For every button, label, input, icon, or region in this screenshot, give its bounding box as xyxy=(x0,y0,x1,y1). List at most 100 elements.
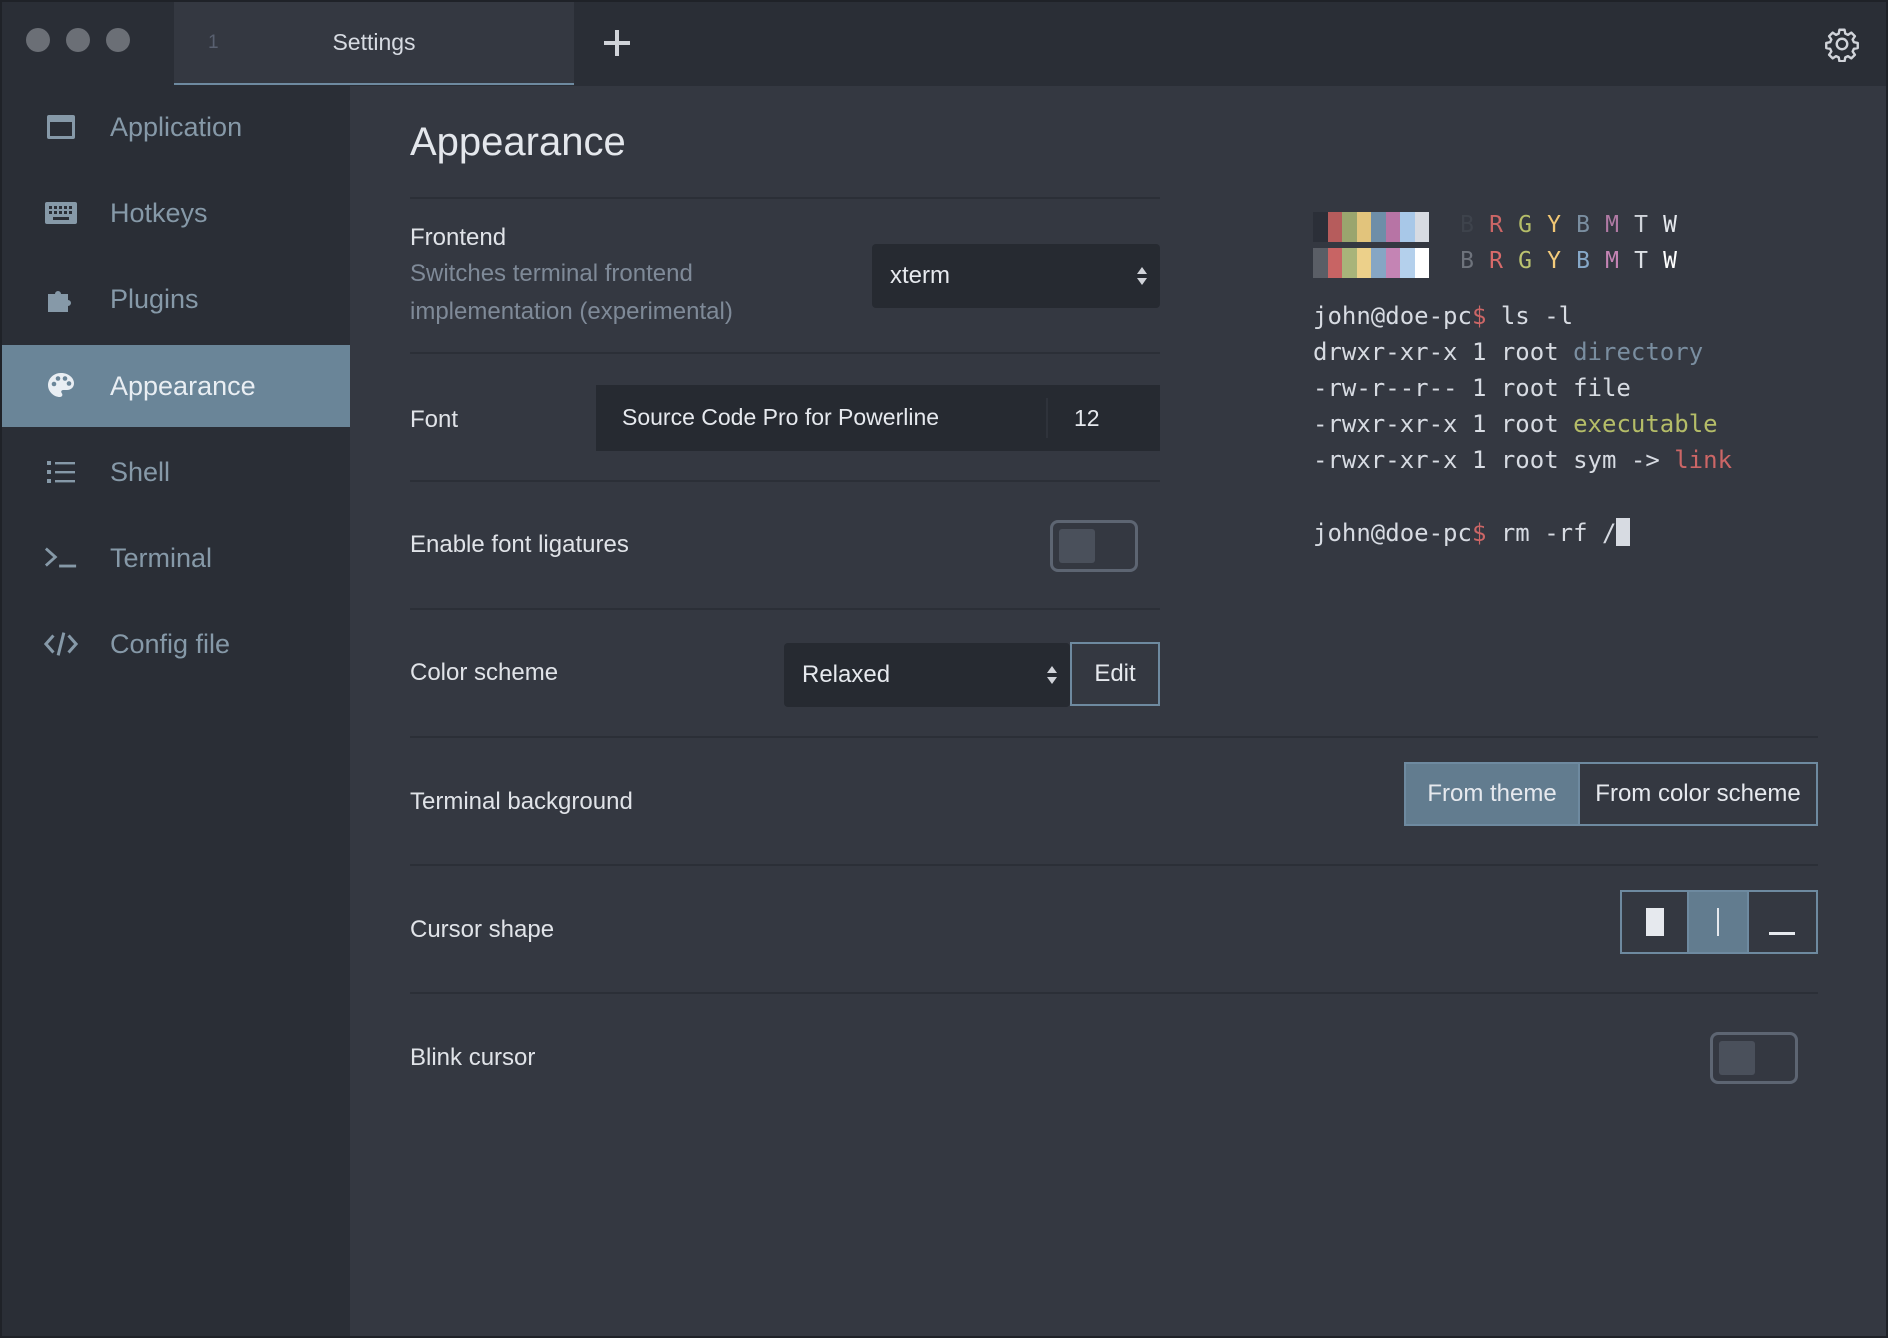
block-cursor-icon xyxy=(1645,908,1664,936)
cursor-underline-button[interactable] xyxy=(1746,892,1816,952)
settings-panel: Appearance Frontend Switches terminal fr… xyxy=(350,86,1886,1336)
color-swatch xyxy=(1385,248,1400,278)
palette-letter: M xyxy=(1605,212,1619,238)
palette-normal-swatches xyxy=(1313,212,1429,242)
ligatures-toggle[interactable] xyxy=(1050,520,1138,572)
divider xyxy=(410,608,1160,610)
terminal-text: -rwxr-xr-x 1 root sym -> xyxy=(1313,446,1675,474)
font-size-input[interactable]: 12 xyxy=(1046,398,1156,438)
page-title: Appearance xyxy=(410,120,626,164)
palette-letter: R xyxy=(1489,212,1503,238)
divider xyxy=(410,480,1160,482)
palette-bright-letters: BRGYBMTW xyxy=(1458,248,1679,274)
divider xyxy=(410,992,1818,994)
sidebar-item-appearance[interactable]: Appearance xyxy=(2,345,350,427)
tab-title: Settings xyxy=(332,29,416,55)
font-label: Font xyxy=(410,406,459,433)
sidebar-item-terminal[interactable]: Terminal xyxy=(2,517,350,599)
palette-letter: M xyxy=(1605,248,1619,274)
font-family-input[interactable]: Source Code Pro for Powerline xyxy=(622,404,939,431)
color-swatch xyxy=(1400,248,1415,278)
palette-icon xyxy=(44,369,78,403)
color-swatch xyxy=(1356,212,1371,242)
color-swatch xyxy=(1342,212,1357,242)
palette-letter: T xyxy=(1634,212,1648,238)
terminal-prompt: john@doe-pc xyxy=(1313,302,1472,330)
color-swatch xyxy=(1371,248,1386,278)
palette-letter: B xyxy=(1576,212,1590,238)
terminal-line: -rwxr-xr-x 1 root sym -> link xyxy=(1313,446,1732,474)
close-window-button[interactable] xyxy=(26,28,50,52)
terminal-background-segmented: From theme From color scheme xyxy=(1404,762,1818,826)
sidebar-item-plugins[interactable]: Plugins xyxy=(2,258,350,340)
maximize-window-button[interactable] xyxy=(106,28,130,52)
palette-letter: G xyxy=(1518,248,1532,274)
cursor-shape-segmented xyxy=(1620,890,1818,954)
palette-letter: R xyxy=(1489,248,1503,274)
palette-letter: W xyxy=(1663,212,1677,238)
terminal-command: rm -rf / xyxy=(1486,519,1617,547)
divider xyxy=(410,736,1818,738)
color-swatch xyxy=(1400,212,1415,242)
palette-letter: G xyxy=(1518,212,1532,238)
frontend-description-line1: Switches terminal frontend xyxy=(410,260,693,287)
sidebar-item-application[interactable]: Application xyxy=(2,86,350,168)
color-scheme-select-value: Relaxed xyxy=(802,661,891,688)
palette-letter: Y xyxy=(1547,212,1561,238)
app-window: 1 Settings Application Hotkeys Plugins A… xyxy=(0,0,1888,1338)
cursor-beam-button[interactable] xyxy=(1687,892,1747,952)
terminal-prompt: john@doe-pc xyxy=(1313,519,1472,547)
palette-letter: B xyxy=(1576,248,1590,274)
sidebar-item-label: Shell xyxy=(110,456,171,487)
color-scheme-label: Color scheme xyxy=(410,659,559,686)
sidebar-item-config-file[interactable]: Config file xyxy=(2,603,350,685)
sidebar-item-label: Plugins xyxy=(110,283,199,314)
sidebar-item-label: Application xyxy=(110,111,243,142)
frontend-label: Frontend xyxy=(410,224,507,251)
new-tab-plus-icon[interactable] xyxy=(600,26,634,60)
terminal-cursor xyxy=(1616,518,1631,546)
list-icon xyxy=(44,455,78,489)
prompt-dollar: $ xyxy=(1471,302,1487,330)
gear-icon[interactable] xyxy=(1824,26,1860,62)
from-color-scheme-button[interactable]: From color scheme xyxy=(1578,764,1816,824)
sidebar-item-hotkeys[interactable]: Hotkeys xyxy=(2,172,350,254)
blink-cursor-label: Blink cursor xyxy=(410,1044,536,1071)
color-swatch xyxy=(1342,248,1357,278)
chevron-updown-icon xyxy=(1137,267,1147,285)
blink-cursor-toggle[interactable] xyxy=(1710,1032,1798,1084)
divider xyxy=(410,197,1160,199)
color-swatch xyxy=(1313,248,1328,278)
minimize-window-button[interactable] xyxy=(66,28,90,52)
color-swatch xyxy=(1313,212,1328,242)
sidebar-item-label: Appearance xyxy=(110,370,256,401)
chevron-updown-icon xyxy=(1047,666,1057,684)
palette-letter: B xyxy=(1460,248,1474,274)
terminal-text: -rw-r--r-- 1 root file xyxy=(1313,374,1631,402)
code-icon xyxy=(44,627,78,661)
terminal-line: -rwxr-xr-x 1 root executable xyxy=(1313,410,1718,438)
palette-letter: Y xyxy=(1547,248,1561,274)
frontend-select[interactable]: xterm xyxy=(872,244,1160,308)
cursor-block-button[interactable] xyxy=(1622,892,1687,952)
color-swatch xyxy=(1414,212,1429,242)
terminal-background-label: Terminal background xyxy=(410,788,633,815)
palette-letter: T xyxy=(1634,248,1648,274)
font-field: Source Code Pro for Powerline 12 xyxy=(596,385,1160,451)
executable-text: executable xyxy=(1573,410,1718,438)
terminal-line: drwxr-xr-x 1 root directory xyxy=(1313,338,1703,366)
sidebar: Application Hotkeys Plugins Appearance S… xyxy=(2,86,350,1336)
from-theme-button[interactable]: From theme xyxy=(1406,764,1578,824)
tab-settings[interactable]: 1 Settings xyxy=(174,2,574,85)
frontend-select-value: xterm xyxy=(890,262,950,289)
sidebar-item-label: Hotkeys xyxy=(110,197,208,228)
sidebar-item-shell[interactable]: Shell xyxy=(2,431,350,513)
edit-color-scheme-button[interactable]: Edit xyxy=(1070,642,1160,706)
frontend-description-line2: implementation (experimental) xyxy=(410,298,733,325)
terminal-command: ls -l xyxy=(1486,302,1574,330)
color-scheme-select[interactable]: Relaxed xyxy=(784,643,1070,707)
terminal-prompt-icon xyxy=(44,541,78,575)
color-swatch xyxy=(1371,212,1386,242)
sidebar-item-label: Config file xyxy=(110,628,231,659)
terminal-line: -rw-r--r-- 1 root file xyxy=(1313,374,1631,402)
